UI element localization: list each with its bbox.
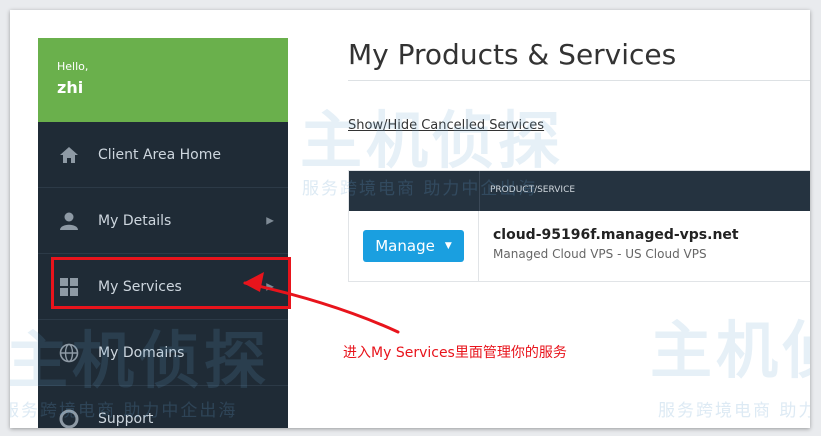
- user-icon: [58, 210, 80, 232]
- chevron-right-icon: ▶: [266, 215, 274, 226]
- service-domain[interactable]: cloud-95196f.managed-vps.net: [493, 227, 739, 243]
- annotation-highlight-box: [51, 257, 291, 309]
- sidebar-item-label: My Domains: [98, 344, 185, 361]
- sidebar-item-my-details[interactable]: My Details ▶: [38, 188, 288, 254]
- manage-button[interactable]: Manage ▼: [363, 230, 464, 262]
- sidebar-item-support[interactable]: Support: [38, 386, 288, 428]
- sidebar-item-label: Support: [98, 410, 154, 427]
- table-row: Manage ▼ cloud-95196f.managed-vps.net Ma…: [349, 211, 810, 281]
- globe-icon: [58, 342, 80, 364]
- service-plan: Managed Cloud VPS - US Cloud VPS: [493, 247, 707, 261]
- sidebar: Hello, zhi Client Area Home My Details ▶…: [38, 38, 288, 428]
- manage-button-label: Manage: [375, 237, 435, 255]
- screenshot-frame: Hello, zhi Client Area Home My Details ▶…: [10, 10, 810, 428]
- table-header: PRODUCT/SERVICE: [349, 171, 810, 211]
- page-title: My Products & Services: [348, 38, 677, 71]
- table-cell-action: Manage ▼: [349, 211, 479, 281]
- services-table: PRODUCT/SERVICE Manage ▼ cloud-95196f.ma…: [348, 170, 810, 282]
- table-header-product-service[interactable]: PRODUCT/SERVICE: [479, 171, 575, 211]
- sidebar-item-client-area-home[interactable]: Client Area Home: [38, 122, 288, 188]
- support-icon: [58, 408, 80, 428]
- annotation-text: 进入My Services里面管理你的服务: [343, 345, 567, 361]
- main-content: My Products & Services Show/Hide Cancell…: [348, 10, 810, 428]
- greeting-panel: Hello, zhi: [38, 38, 288, 122]
- title-divider: [348, 80, 810, 81]
- sidebar-item-label: My Details: [98, 212, 172, 229]
- greeting-name: zhi: [57, 78, 84, 97]
- sidebar-item-my-domains[interactable]: My Domains: [38, 320, 288, 386]
- caret-down-icon: ▼: [444, 241, 452, 251]
- table-cell-service[interactable]: cloud-95196f.managed-vps.net Managed Clo…: [479, 211, 739, 281]
- show-hide-cancelled-link[interactable]: Show/Hide Cancelled Services: [348, 118, 544, 133]
- greeting-label: Hello,: [57, 60, 89, 73]
- home-icon: [58, 144, 80, 166]
- table-header-action-column: [349, 171, 479, 211]
- sidebar-item-label: Client Area Home: [98, 146, 221, 163]
